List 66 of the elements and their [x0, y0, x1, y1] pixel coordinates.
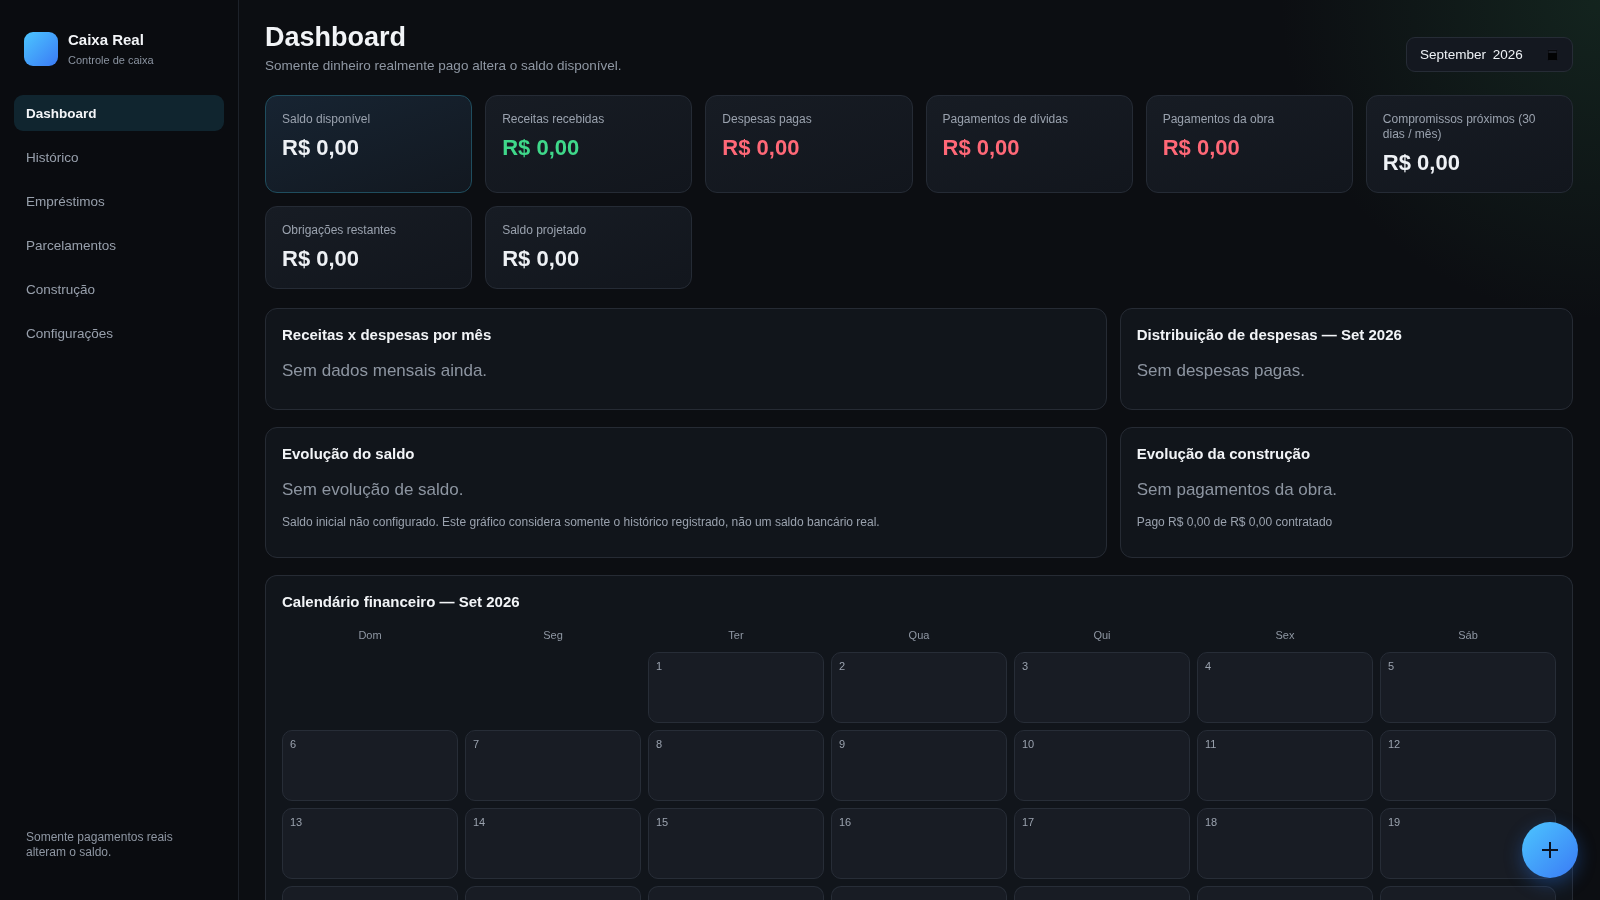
- calendar-day: 2: [831, 652, 1007, 723]
- stat-value: R$ 0,00: [502, 245, 581, 272]
- nav-item[interactable]: Empréstimos: [14, 183, 224, 219]
- logo-icon: [24, 32, 58, 66]
- calendar-title: Calendário financeiro — Set 2026: [282, 592, 521, 612]
- plus-icon: [1541, 841, 1559, 859]
- calendar-day: 1: [648, 652, 824, 723]
- calendar-day: 7: [465, 730, 641, 801]
- calendar-day: 12: [1380, 730, 1556, 801]
- stat-label: Obrigações restantes: [282, 223, 398, 238]
- stat-value: R$ 0,00: [1382, 149, 1461, 176]
- empty-message: Sem pagamentos da obra.: [1136, 479, 1339, 501]
- calendar-day: 5: [1380, 652, 1556, 723]
- page-subtitle: Somente dinheiro realmente pago altera o saldo disponível.: [265, 57, 622, 74]
- empty-message: Sem evolução de saldo.: [282, 479, 465, 501]
- weekday-label: Sáb: [1457, 628, 1479, 642]
- nav-item[interactable]: Parcelamentos: [14, 227, 224, 263]
- empty-message: Sem despesas pagas.: [1136, 360, 1306, 382]
- calendar-day: 8: [648, 730, 824, 801]
- calendar-day: 6: [282, 730, 458, 801]
- calendar-day: 10: [1014, 730, 1190, 801]
- page-title: Dashboard: [265, 21, 408, 54]
- calendar-day: 15: [648, 808, 824, 879]
- empty-message: Sem dados mensais ainda.: [282, 360, 489, 382]
- sidebar-note: Somente pagamentos reais alteram o saldo.: [25, 830, 174, 860]
- panel-title: Distribuição de despesas — Set 2026: [1136, 325, 1403, 345]
- calendar-day: 4: [1197, 652, 1373, 723]
- weekday-label: Qua: [907, 628, 931, 642]
- stat-label: Saldo disponível: [282, 112, 372, 127]
- stat-label: Receitas recebidas: [502, 112, 606, 127]
- stat-value: R$ 0,00: [722, 134, 801, 161]
- panel-title: Receitas x despesas por mês: [282, 325, 493, 345]
- chart-note: Pago R$ 0,00 de R$ 0,00 contratado: [1136, 515, 1334, 530]
- brand-subtitle: Controle de caixa: [68, 53, 154, 67]
- stat-value: R$ 0,00: [942, 134, 1021, 161]
- nav-item[interactable]: Histórico: [14, 139, 224, 175]
- stat-value: R$ 0,00: [282, 245, 361, 272]
- calendar-day: 11: [1197, 730, 1373, 801]
- calendar-day: 3: [1014, 652, 1190, 723]
- calendar-day: 14: [465, 808, 641, 879]
- stat-label: Pagamentos de dívidas: [942, 112, 1069, 127]
- nav-item[interactable]: Construção: [14, 271, 224, 307]
- chart-note: Saldo inicial não configurado. Este gráfico considera somente o histórico registrado, não um saldo bancário real.: [282, 515, 881, 530]
- weekday-label: Qui: [1092, 628, 1112, 642]
- stat-label: Saldo projetado: [502, 223, 588, 238]
- stat-value: R$ 0,00: [502, 134, 581, 161]
- calendar-day: 16: [831, 808, 1007, 879]
- calendar-day: 13: [282, 808, 458, 879]
- stat-label: Despesas pagas: [722, 112, 813, 127]
- weekday-label: Seg: [542, 628, 564, 642]
- stat-value: R$ 0,00: [1162, 134, 1241, 161]
- panel-title: Evolução da construção: [1136, 444, 1312, 464]
- stat-value: R$ 0,00: [282, 134, 361, 161]
- weekday-label: Sex: [1274, 628, 1296, 642]
- stat-label: Pagamentos da obra: [1162, 112, 1276, 127]
- calendar-day: 18: [1197, 808, 1373, 879]
- calendar-day: 9: [831, 730, 1007, 801]
- month-picker[interactable]: September 2026: [1406, 37, 1573, 72]
- nav-item[interactable]: Configurações: [14, 315, 224, 351]
- brand-name: Caixa Real: [68, 31, 145, 49]
- weekday-label: Dom: [357, 628, 383, 642]
- panel-title: Evolução do saldo: [282, 444, 416, 464]
- stat-label: Compromissos próximos (30 dias / mês): [1382, 112, 1537, 142]
- calendar-day: 17: [1014, 808, 1190, 879]
- weekday-label: Ter: [727, 628, 745, 642]
- nav-item[interactable]: Dashboard: [14, 95, 224, 131]
